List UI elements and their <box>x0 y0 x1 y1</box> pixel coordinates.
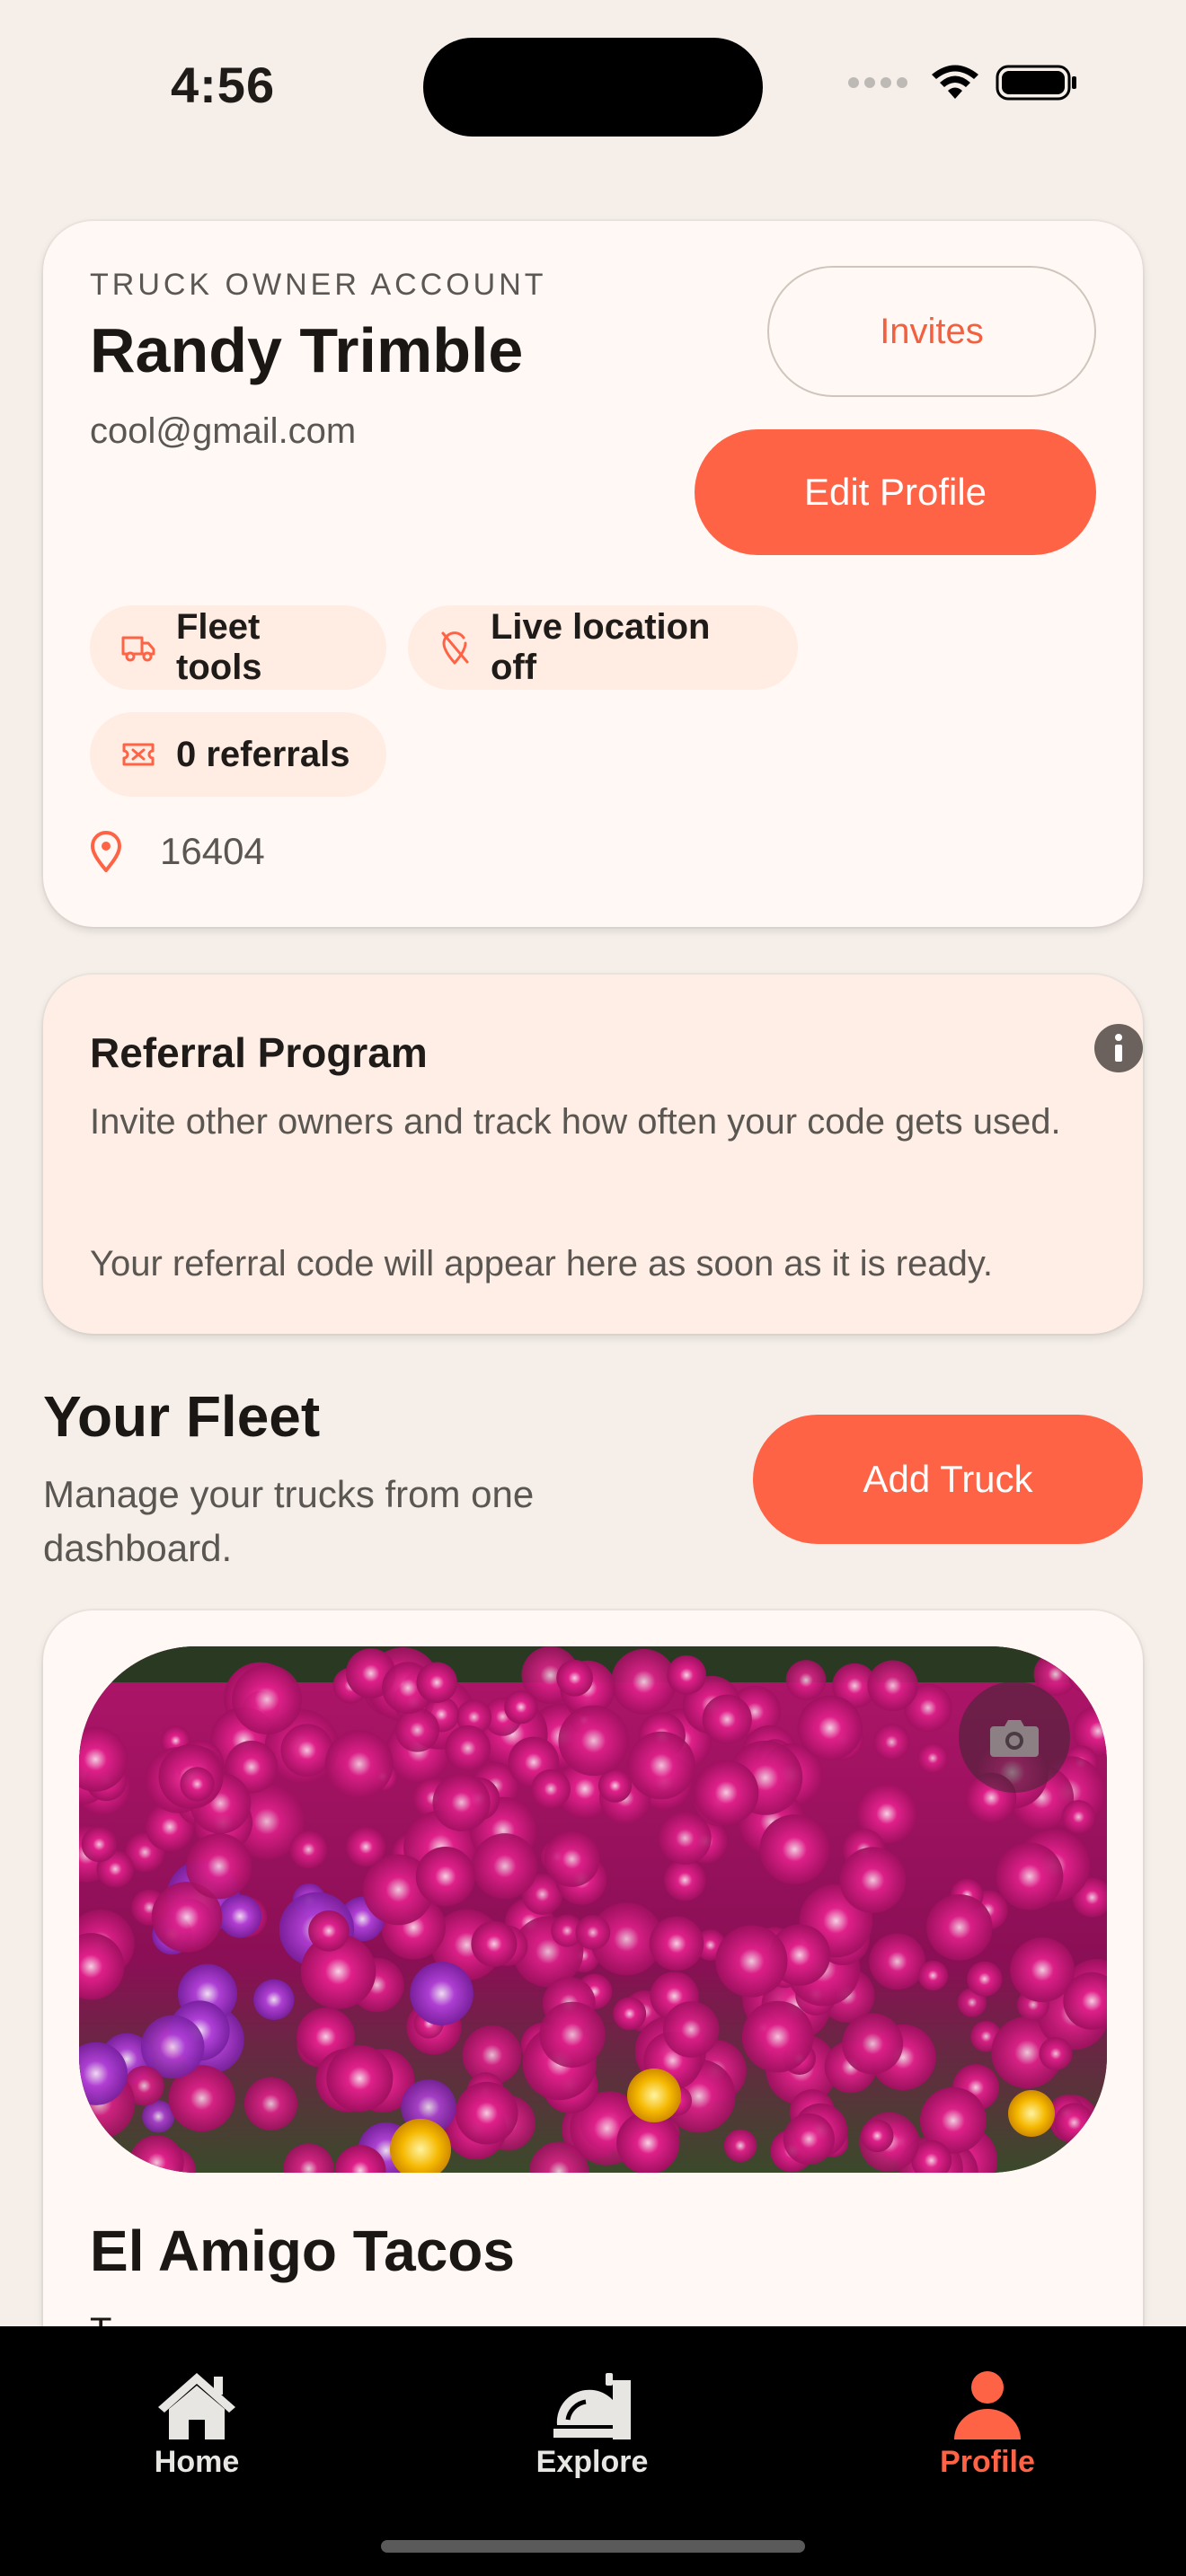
fleet-title: Your Fleet <box>43 1384 321 1449</box>
cellular-signal-icon <box>848 77 907 88</box>
camera-icon <box>990 1720 1039 1757</box>
dynamic-island <box>423 38 763 137</box>
tab-bar: Home Explore Profile <box>0 2326 1186 2576</box>
truck-name: El Amigo Tacos <box>90 2219 515 2283</box>
referrals-chip: 0 referrals <box>90 712 386 797</box>
tab-profile[interactable]: Profile <box>880 2369 1095 2480</box>
fleet-tools-label: Fleet tools <box>176 607 262 687</box>
profile-name: Randy Trimble <box>90 315 524 385</box>
referral-program-card: Referral Program Invite other owners and… <box>43 975 1143 1334</box>
invites-button[interactable]: Invites <box>767 266 1096 397</box>
battery-icon <box>996 65 1076 101</box>
home-icon <box>158 2373 235 2439</box>
status-time: 4:56 <box>171 57 276 113</box>
ticket-icon <box>122 743 155 766</box>
person-icon <box>954 2371 1021 2439</box>
status-icons <box>848 63 1078 102</box>
home-indicator <box>381 2540 805 2553</box>
truck-icon <box>121 636 155 662</box>
tab-home-label: Home <box>154 2445 240 2479</box>
referral-code-note: Your referral code will appear here as s… <box>90 1244 993 1284</box>
zip-row: 16404 <box>90 830 265 873</box>
location-off-icon <box>441 631 469 665</box>
profile-email: cool@gmail.com <box>90 411 357 451</box>
fleet-subtitle: Manage your trucks from one dashboard. <box>43 1473 535 1569</box>
live-location-chip: Live location off <box>408 605 798 690</box>
info-icon[interactable] <box>1094 1024 1143 1072</box>
wifi-icon <box>932 65 978 99</box>
account-type-label: TRUCK OWNER ACCOUNT <box>90 268 547 302</box>
referrals-count-label: 0 referrals <box>176 734 350 774</box>
map-pin-icon <box>90 831 122 872</box>
tab-home[interactable]: Home <box>89 2369 305 2480</box>
profile-card: TRUCK OWNER ACCOUNT Randy Trimble cool@g… <box>43 221 1143 927</box>
tab-explore[interactable]: Explore <box>484 2369 700 2480</box>
add-truck-button[interactable]: Add Truck <box>753 1415 1143 1544</box>
tab-explore-label: Explore <box>535 2445 649 2479</box>
referral-description: Invite other owners and track how often … <box>90 1102 1061 1142</box>
tab-profile-label: Profile <box>940 2445 1035 2479</box>
live-location-label: Live location off <box>491 607 711 687</box>
zip-code: 16404 <box>160 830 265 872</box>
truck-photo <box>79 1646 1107 2173</box>
food-cloche-icon <box>553 2373 631 2439</box>
referral-title: Referral Program <box>90 1029 428 1076</box>
fleet-tools-chip: Fleet tools <box>90 605 386 690</box>
edit-profile-button[interactable]: Edit Profile <box>695 429 1096 555</box>
change-photo-button[interactable] <box>959 1681 1070 1793</box>
